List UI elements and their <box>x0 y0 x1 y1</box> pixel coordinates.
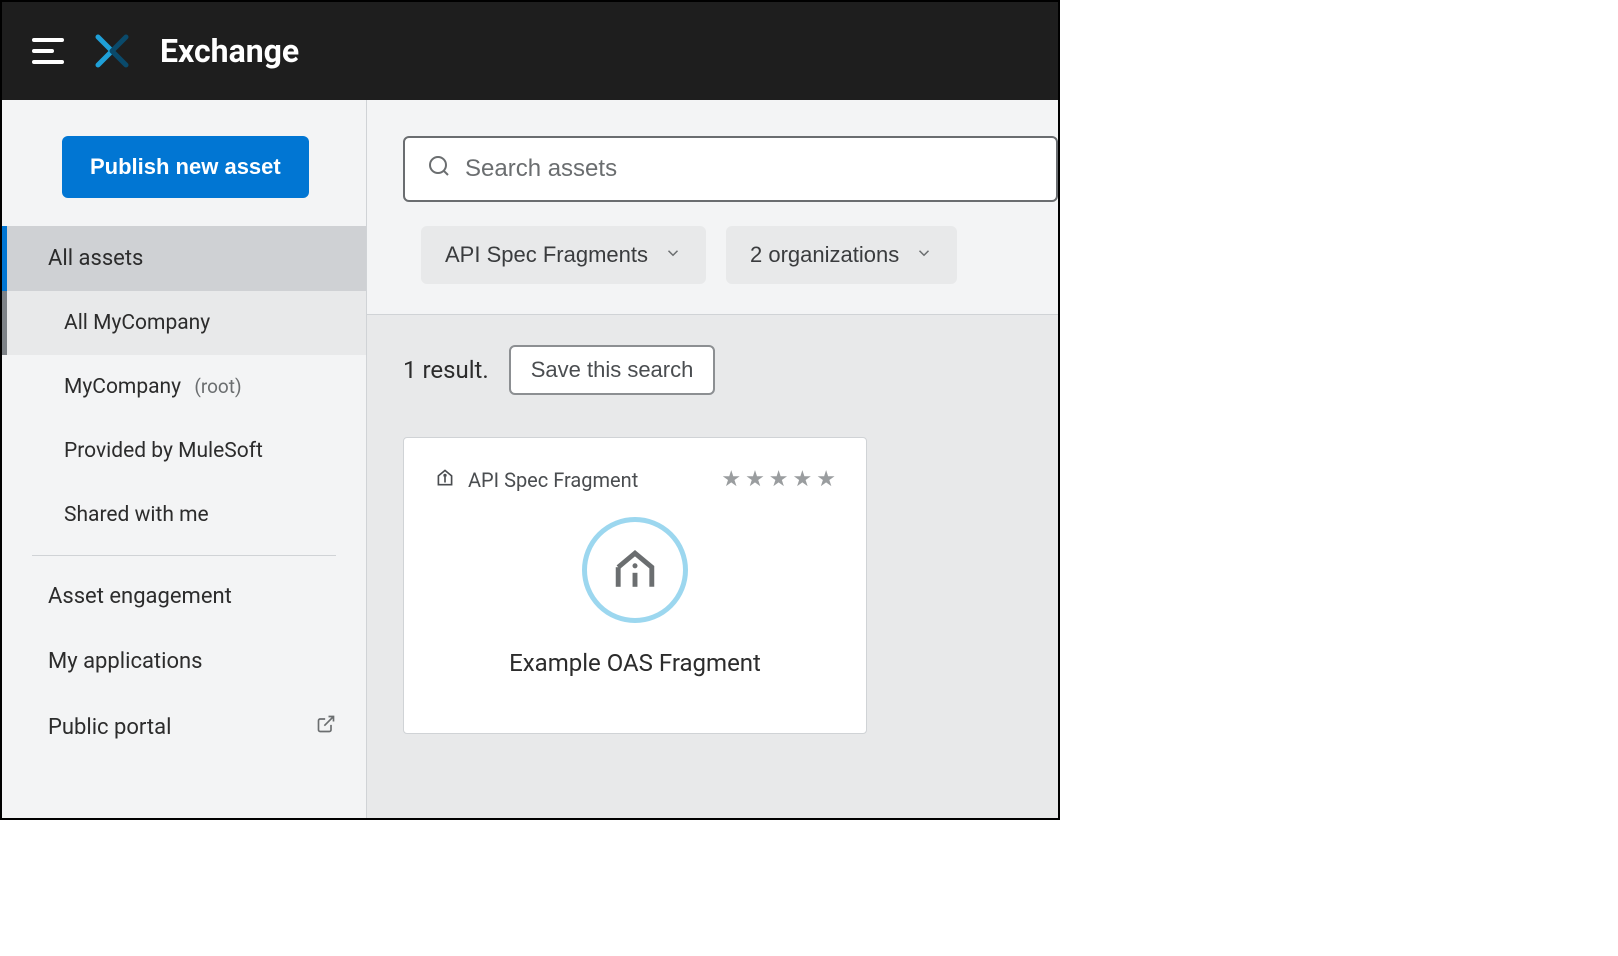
star-icon: ★ <box>745 467 765 492</box>
search-zone: API Spec Fragments 2 organizations <box>367 100 1058 314</box>
nav-mycompany-label: MyCompany <box>64 375 181 399</box>
results-count: 1 result. <box>403 356 489 384</box>
filter-type-dropdown[interactable]: API Spec Fragments <box>421 226 706 284</box>
star-icon: ★ <box>721 467 741 492</box>
nav-public-portal-label: Public portal <box>48 715 171 740</box>
app-window: Exchange Publish new asset All assets Al… <box>0 0 1060 820</box>
chevron-down-icon <box>915 242 933 268</box>
rating-stars: ★ ★ ★ ★ ★ <box>721 467 836 492</box>
filter-type-label: API Spec Fragments <box>445 242 648 268</box>
star-icon: ★ <box>816 467 836 492</box>
star-icon: ★ <box>793 467 813 492</box>
nav-asset-engagement-label: Asset engagement <box>48 584 232 609</box>
nav-separator <box>32 555 336 556</box>
asset-type: API Spec Fragment <box>434 466 638 493</box>
nav-shared-label: Shared with me <box>64 503 209 527</box>
chevron-down-icon <box>664 242 682 268</box>
nav-all-assets[interactable]: All assets <box>2 226 366 291</box>
publish-new-asset-button[interactable]: Publish new asset <box>62 136 309 198</box>
nav-all-mycompany-label: All MyCompany <box>64 311 210 335</box>
search-icon <box>427 154 451 184</box>
search-input[interactable] <box>465 155 1034 183</box>
nav-public-portal[interactable]: Public portal <box>2 694 366 760</box>
sidebar: Publish new asset All assets All MyCompa… <box>2 100 367 818</box>
search-box[interactable] <box>403 136 1058 202</box>
nav-asset-engagement[interactable]: Asset engagement <box>2 564 366 629</box>
body: Publish new asset All assets All MyCompa… <box>2 100 1058 818</box>
asset-icon <box>582 517 688 623</box>
asset-card[interactable]: API Spec Fragment ★ ★ ★ ★ ★ <box>403 437 867 734</box>
filter-orgs-label: 2 organizations <box>750 242 899 268</box>
nav-all-mycompany[interactable]: All MyCompany <box>2 291 366 355</box>
nav-mycompany-root[interactable]: MyCompany (root) <box>2 355 366 419</box>
nav-provided-label: Provided by MuleSoft <box>64 439 263 463</box>
nav-shared-with-me[interactable]: Shared with me <box>2 483 366 547</box>
filter-orgs-dropdown[interactable]: 2 organizations <box>726 226 957 284</box>
main-content: API Spec Fragments 2 organizations <box>367 100 1058 818</box>
nav-my-applications-label: My applications <box>48 649 203 674</box>
nav-mycompany-suffix: (root) <box>194 375 241 398</box>
nav-provided-by-mulesoft[interactable]: Provided by MuleSoft <box>2 419 366 483</box>
asset-type-label: API Spec Fragment <box>468 468 638 492</box>
nav-all-assets-label: All assets <box>48 246 143 271</box>
external-link-icon <box>316 714 336 740</box>
fragment-icon <box>434 466 456 493</box>
exchange-logo-icon <box>92 31 132 71</box>
star-icon: ★ <box>769 467 789 492</box>
asset-title: Example OAS Fragment <box>434 649 836 677</box>
topbar: Exchange <box>2 2 1058 100</box>
app-title: Exchange <box>160 32 299 70</box>
hamburger-menu-icon[interactable] <box>32 38 64 64</box>
results-zone: 1 result. Save this search <box>367 314 1058 818</box>
save-search-button[interactable]: Save this search <box>509 345 716 395</box>
nav-my-applications[interactable]: My applications <box>2 629 366 694</box>
